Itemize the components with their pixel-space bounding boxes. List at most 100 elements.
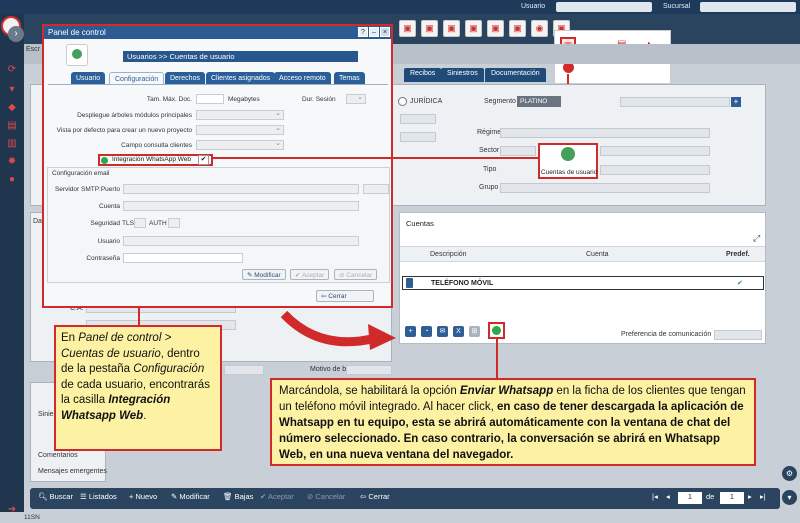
tab-recibos[interactable]: Recibos <box>404 68 442 82</box>
close-icon[interactable]: × <box>380 27 390 37</box>
col-descripcion[interactable]: Descripción <box>430 251 467 258</box>
cart-icon[interactable]: ▾ <box>782 490 797 505</box>
vista-defecto-label: Vista por defecto para crear un nuevo pr… <box>56 127 192 134</box>
tag-icon[interactable]: ◆ <box>6 102 18 114</box>
help-icon[interactable]: ? <box>358 27 368 37</box>
tool-icon[interactable]: ▣ <box>487 20 504 37</box>
bg-field[interactable] <box>400 132 436 142</box>
minimize-icon[interactable]: – <box>369 27 379 37</box>
email-config-section: Configuración email Servidor SMTP:Puerto… <box>47 167 390 283</box>
cerrar-label: Cerrar <box>368 492 390 501</box>
cancelar-label: Cancelar <box>346 272 373 279</box>
tipo-label: Tipo <box>483 166 497 173</box>
table-row[interactable]: TELÉFONO MÓVIL ✔ <box>402 276 764 290</box>
sucursal-field[interactable] <box>700 2 796 12</box>
bg-tab-label[interactable]: Escr <box>26 46 40 53</box>
tool-icon[interactable]: ▣ <box>421 20 438 37</box>
stats-icon[interactable]: ▥ <box>6 138 18 150</box>
radio-juridica-label: JURÍDICA <box>410 98 443 105</box>
vista-defecto-select[interactable] <box>196 124 284 135</box>
cerrar-toolbar-button[interactable]: ⇦ Cerrar <box>360 492 390 501</box>
tool-icon[interactable]: ▣ <box>399 20 416 37</box>
usuario-field[interactable] <box>556 2 652 12</box>
whatsapp-option-box: Integración WhatsApp Web ✔ <box>98 154 213 166</box>
settings-icon[interactable]: ✹ <box>6 156 18 168</box>
aceptar-toolbar-button[interactable]: ✔ Aceptar <box>260 492 294 501</box>
motivo-field[interactable] <box>224 365 264 375</box>
next-page-icon[interactable]: ▸ <box>748 492 752 501</box>
tool-icon[interactable]: ▣ <box>443 20 460 37</box>
puerto-input[interactable] <box>363 184 389 194</box>
nuevo-button[interactable]: + Nuevo <box>129 492 157 501</box>
note1-text: . <box>143 409 147 422</box>
contrasena-input[interactable] <box>123 253 243 263</box>
buscar-button[interactable]: 🔍︎ Buscar <box>38 492 73 501</box>
tab-documentacion[interactable]: Documentación <box>485 68 546 82</box>
bottom-toolbar: 🔍︎ Buscar ☰ Listados + Nuevo ✎ Modificar… <box>30 488 780 509</box>
campo-consulta-select[interactable] <box>196 139 284 150</box>
last-page-icon[interactable]: ▸| <box>760 492 766 501</box>
first-page-icon[interactable]: |◂ <box>652 492 658 501</box>
tls-checkbox[interactable] <box>134 218 146 228</box>
help-icon[interactable]: ● <box>6 174 18 186</box>
add-icon[interactable]: + <box>405 326 416 337</box>
radio-juridica[interactable] <box>398 97 407 106</box>
segmento-value[interactable]: PLATINO <box>517 96 561 107</box>
tam-max-doc-input[interactable] <box>196 94 224 104</box>
aceptar-button[interactable]: ✔ Aceptar <box>290 269 330 280</box>
usuario-input[interactable] <box>123 236 359 246</box>
grupo-field[interactable] <box>500 183 710 193</box>
tool-icon[interactable]: ▣ <box>509 20 526 37</box>
cerrar-button[interactable]: ⇦ Cerrar <box>316 290 374 302</box>
despliegue-select[interactable] <box>196 109 284 120</box>
sync-icon[interactable]: ⟳ <box>6 64 18 76</box>
servidor-input[interactable] <box>123 184 359 194</box>
callout-note-whatsapp: Marcándola, se habilitará la opción Envi… <box>270 378 756 466</box>
auth-checkbox[interactable] <box>168 218 180 228</box>
list-item-mensajes[interactable]: Mensajes emergentes <box>38 468 107 475</box>
motivo-baja-field[interactable] <box>346 365 392 375</box>
modificar-button[interactable]: ✎ Modificar <box>242 269 286 280</box>
gear-icon[interactable]: ⚙ <box>782 466 797 481</box>
bg-field[interactable] <box>400 114 436 124</box>
listados-button[interactable]: ☰ Listados <box>80 492 117 501</box>
segmento-dropdown[interactable] <box>620 97 730 107</box>
mail-icon[interactable]: ✉ <box>437 326 448 337</box>
connector-line <box>496 339 498 379</box>
cuenta-input[interactable] <box>123 201 359 211</box>
sector-field-2[interactable] <box>600 146 710 156</box>
regimen-field[interactable] <box>500 128 710 138</box>
phone-icon <box>406 278 413 288</box>
document-icon[interactable]: ▤ <box>6 120 18 132</box>
cancelar-label: Cancelar <box>315 492 346 501</box>
cancelar-button[interactable]: ⊘ Cancelar <box>334 269 378 280</box>
cart-icon[interactable]: ▾ <box>6 84 18 96</box>
pref-comunicacion-dropdown[interactable] <box>714 330 762 340</box>
tls-label: TLS <box>122 220 134 227</box>
whatsapp-checkbox[interactable]: ✔ <box>198 155 209 165</box>
cancelar-toolbar-button[interactable]: ⊘ Cancelar <box>307 492 345 501</box>
modificar-toolbar-button[interactable]: ✎ Modificar <box>171 492 210 501</box>
col-predef[interactable]: Predef. <box>726 251 750 258</box>
sucursal-label: Sucursal <box>663 3 691 10</box>
list-item-siniestros[interactable]: Sinie <box>38 411 54 418</box>
chat-icon[interactable]: ◔ <box>421 326 432 337</box>
tipo-field[interactable] <box>600 165 710 175</box>
x-icon[interactable]: X <box>453 326 464 337</box>
link-icon[interactable]: ⊞ <box>469 326 480 337</box>
sector-field[interactable] <box>500 146 536 156</box>
col-cuenta[interactable]: Cuenta <box>586 251 609 258</box>
whatsapp-button[interactable] <box>488 322 505 339</box>
cuentas-usuario-shortcut: Cuentas de usuario <box>538 143 598 179</box>
nav-arrow-icon[interactable]: › <box>8 26 24 42</box>
page-input[interactable]: 1 <box>678 492 702 504</box>
expand-icon[interactable]: ⤢ <box>753 233 760 244</box>
list-item-comentarios[interactable]: Comentarios <box>38 452 78 459</box>
tool-icon[interactable]: ▣ <box>465 20 482 37</box>
dur-sesion-select[interactable] <box>346 93 366 104</box>
add-icon[interactable]: + <box>731 97 741 107</box>
tool-icon[interactable]: ◉ <box>531 20 548 37</box>
prev-page-icon[interactable]: ◂ <box>666 492 670 501</box>
bajas-button[interactable]: 🗑︎ Bajas <box>223 492 253 501</box>
tab-siniestros[interactable]: Siniestros <box>441 68 484 82</box>
